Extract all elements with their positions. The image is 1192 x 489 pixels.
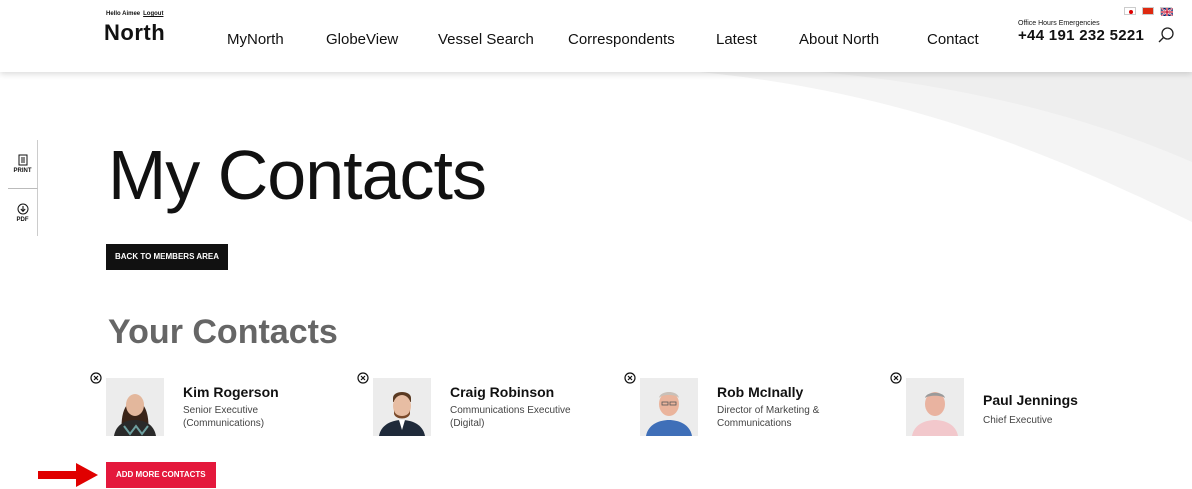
contact-card: Rob McInally Director of Marketing & Com… <box>624 372 874 442</box>
contact-name: Craig Robinson <box>450 384 555 400</box>
nav-contact[interactable]: Contact <box>927 31 979 48</box>
nav-globeview[interactable]: GlobeView <box>326 31 398 48</box>
contact-role: Senior Executive (Communications) <box>183 405 265 429</box>
section-title: Your Contacts <box>108 313 338 351</box>
contact-photo <box>640 378 698 436</box>
side-tools: PRINT PDF <box>8 140 38 236</box>
office-hours-label: Office Hours Emergencies <box>1018 20 1100 27</box>
contact-card: Kim Rogerson Senior Executive (Communica… <box>90 372 340 442</box>
nav-mynorth[interactable]: MyNorth <box>227 31 284 48</box>
nav-latest[interactable]: Latest <box>716 31 757 48</box>
contact-name: Rob McInally <box>717 384 804 400</box>
contact-name: Paul Jennings <box>983 392 1078 408</box>
contact-photo <box>373 378 431 436</box>
contact-card: Paul Jennings Chief Executive <box>890 372 1140 442</box>
pdf-button[interactable]: PDF <box>8 188 38 236</box>
japan-flag-icon[interactable] <box>1124 7 1136 15</box>
site-header: Hello Aimee Logout North MyNorth GlobeVie… <box>0 0 1192 72</box>
add-more-contacts-button[interactable]: ADD MORE CONTACTS <box>106 462 216 488</box>
contact-photo <box>906 378 964 436</box>
red-arrow-icon <box>38 463 98 487</box>
nav-about-north[interactable]: About North <box>799 31 879 48</box>
nav-correspondents[interactable]: Correspondents <box>568 31 675 48</box>
search-icon[interactable] <box>1158 27 1174 43</box>
remove-contact-icon[interactable] <box>90 372 102 384</box>
north-logo[interactable]: North <box>104 20 165 46</box>
greeting: Hello Aimee Logout <box>106 11 166 17</box>
download-icon <box>17 203 28 214</box>
contact-card: Craig Robinson Communications Executive … <box>357 372 607 442</box>
greeting-text: Hello Aimee <box>106 11 141 17</box>
print-label: PRINT <box>13 168 32 174</box>
contact-photo <box>106 378 164 436</box>
contact-role: Director of Marketing & Communications <box>717 405 820 429</box>
china-flag-icon[interactable] <box>1142 7 1154 15</box>
contact-role: Communications Executive (Digital) <box>450 405 571 429</box>
remove-contact-icon[interactable] <box>890 372 902 384</box>
print-button[interactable]: PRINT <box>8 140 38 188</box>
logout-link[interactable]: Logout <box>143 11 163 17</box>
contact-name: Kim Rogerson <box>183 384 279 400</box>
remove-contact-icon[interactable] <box>357 372 369 384</box>
emergency-phone[interactable]: +44 191 232 5221 <box>1018 27 1144 44</box>
page-title: My Contacts <box>108 136 487 214</box>
nav-vessel-search[interactable]: Vessel Search <box>438 31 534 48</box>
contact-role: Chief Executive <box>983 415 1053 426</box>
language-flags <box>1124 7 1173 16</box>
back-to-members-button[interactable]: BACK TO MEMBERS AREA <box>106 244 229 270</box>
print-icon <box>18 154 27 166</box>
uk-flag-icon[interactable] <box>1160 7 1173 16</box>
pdf-label: PDF <box>16 216 29 223</box>
remove-contact-icon[interactable] <box>624 372 636 384</box>
